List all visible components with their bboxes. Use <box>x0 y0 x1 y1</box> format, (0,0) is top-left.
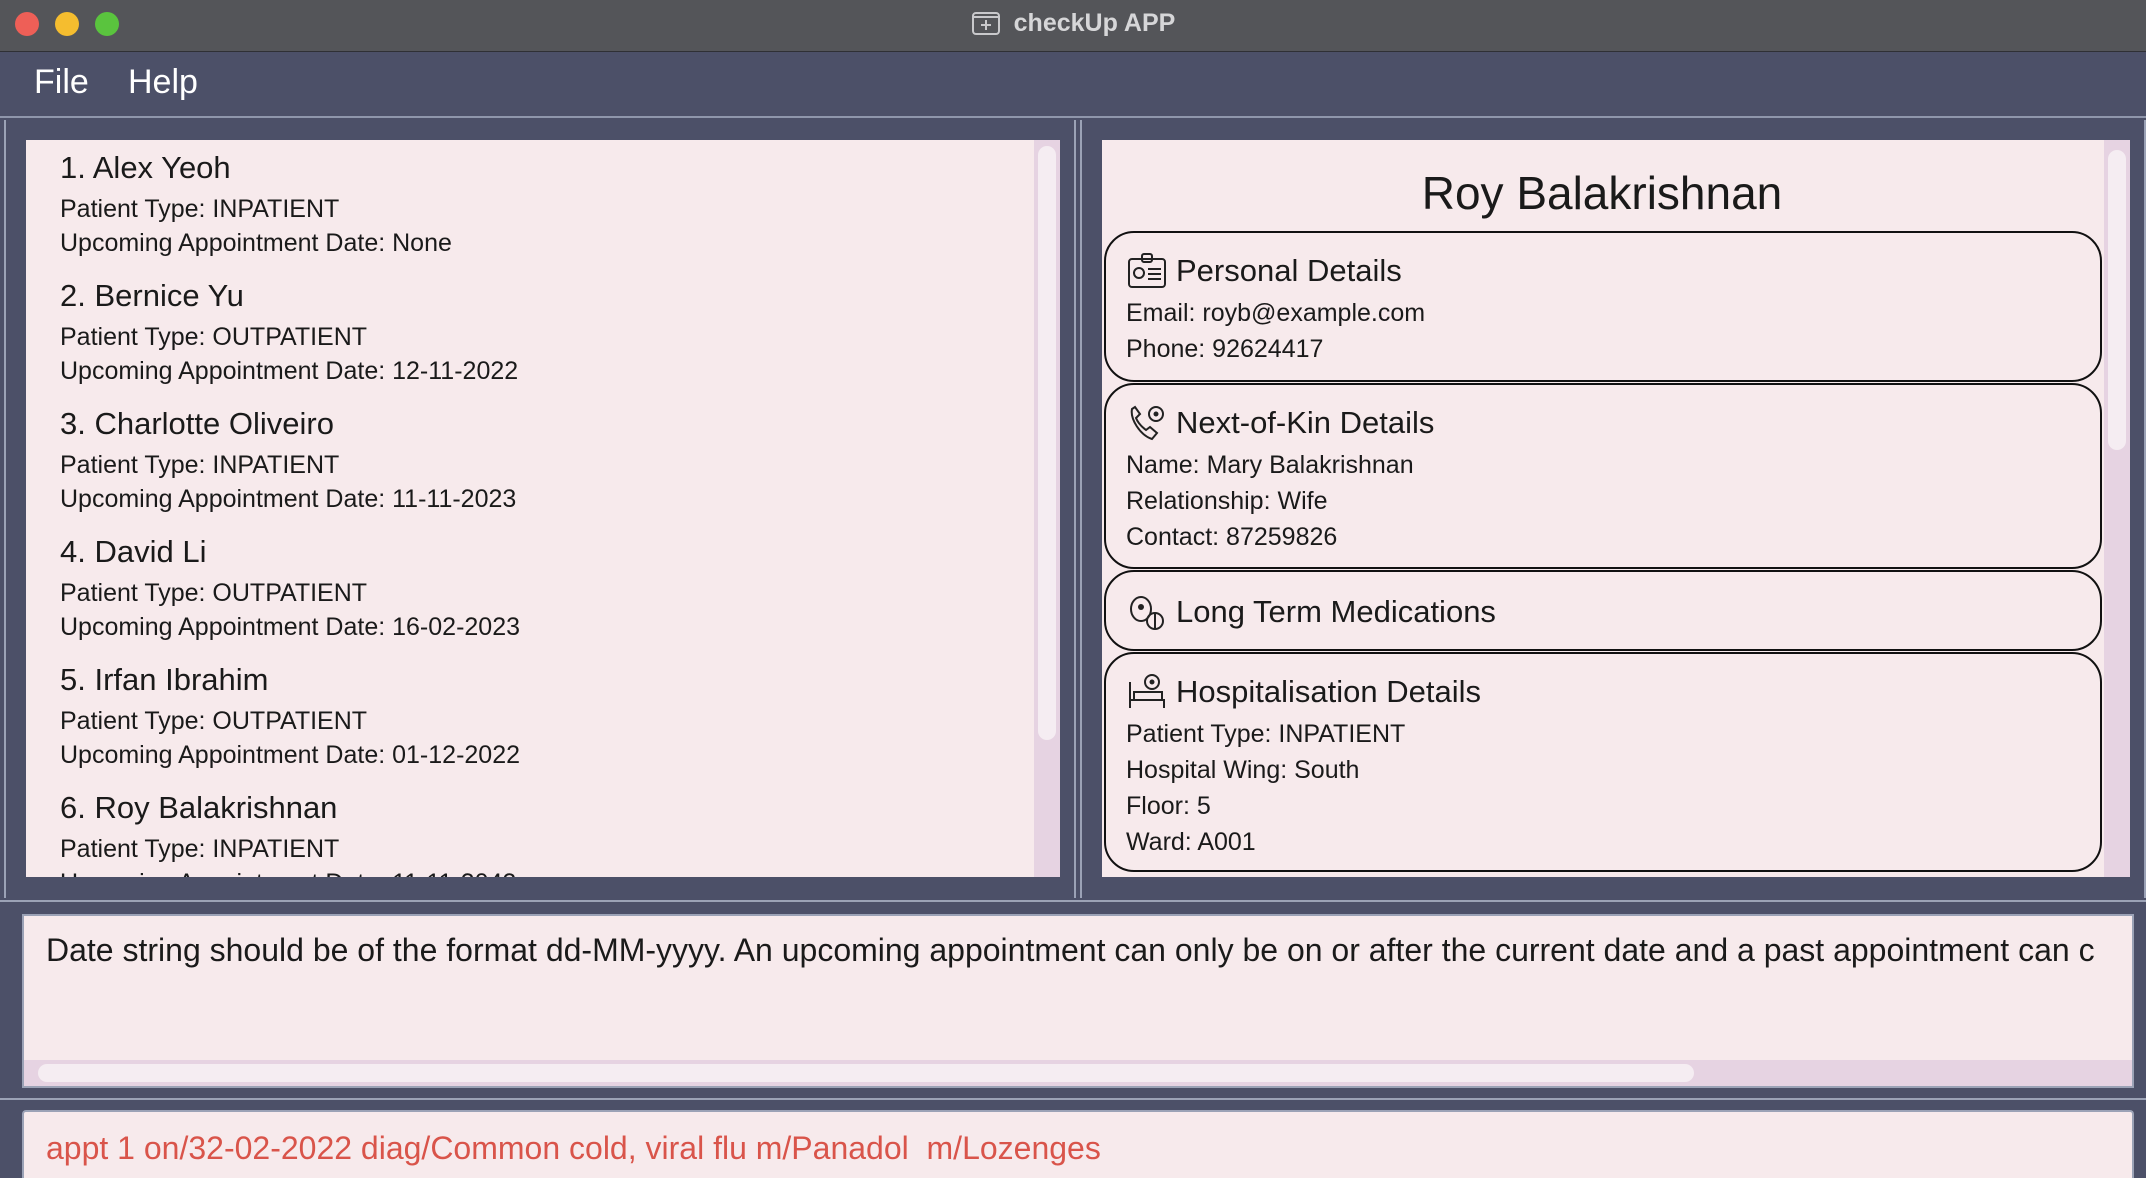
list-scrollbar-thumb[interactable] <box>1038 146 1056 740</box>
patient-list-pane: 1. Alex Yeoh Patient Type: INPATIENT Upc… <box>4 120 1076 898</box>
result-display[interactable]: Date string should be of the format dd-M… <box>22 914 2134 1088</box>
patient-detail-pane: Roy Balakrishnan Personal Details Email:… <box>1080 120 2146 898</box>
patient-name: 2. Bernice Yu <box>60 278 244 313</box>
kin-name: Name: Mary Balakrishnan <box>1126 451 1414 479</box>
patient-name: 4. David Li <box>60 534 207 569</box>
next-of-kin-section: Next-of-Kin Details Name: Mary Balakrish… <box>1104 383 2102 569</box>
command-input[interactable] <box>46 1130 2106 1167</box>
list-item[interactable]: 3. Charlotte Oliveiro Patient Type: INPA… <box>60 406 516 516</box>
list-item[interactable]: 2. Bernice Yu Patient Type: OUTPATIENT U… <box>60 278 518 388</box>
medications-heading: Long Term Medications <box>1176 594 1496 629</box>
hosp-wing: Hospital Wing: South <box>1126 756 1360 784</box>
long-term-medications-section[interactable]: Long Term Medications <box>1104 570 2102 651</box>
next-of-kin-heading-row: Next-of-Kin Details <box>1126 403 1434 443</box>
patient-type: Patient Type: INPATIENT <box>60 451 340 479</box>
patient-name: 5. Irfan Ibrahim <box>60 662 269 697</box>
list-item[interactable]: 5. Irfan Ibrahim Patient Type: OUTPATIEN… <box>60 662 520 772</box>
detail-scrollbar[interactable] <box>2104 140 2130 877</box>
id-card-icon <box>1128 253 1166 288</box>
list-item[interactable]: 6. Roy Balakrishnan Patient Type: INPATI… <box>60 790 516 877</box>
patient-type: Patient Type: INPATIENT <box>60 835 340 863</box>
hospitalisation-heading: Hospitalisation Details <box>1176 674 1481 709</box>
patient-detail-panel: Roy Balakrishnan Personal Details Email:… <box>1102 140 2130 877</box>
patient-appointment: Upcoming Appointment Date: 16-02-2023 <box>60 613 521 641</box>
personal-phone: Phone: 92624417 <box>1126 335 1324 363</box>
phone-contact-icon <box>1130 405 1164 441</box>
pills-icon <box>1130 596 1164 630</box>
detail-patient-name: Roy Balakrishnan <box>1421 167 1783 219</box>
patient-list[interactable]: 1. Alex Yeoh Patient Type: INPATIENT Upc… <box>26 140 1060 877</box>
menu-file[interactable]: File <box>34 63 89 102</box>
window-title: checkUp APP <box>1013 9 1176 37</box>
patient-type: Patient Type: OUTPATIENT <box>60 707 368 735</box>
kin-contact: Contact: 87259826 <box>1126 523 1338 551</box>
personal-details-heading: Personal Details <box>1176 253 1402 288</box>
detail-scrollbar-thumb[interactable] <box>2108 150 2126 450</box>
command-box <box>22 1110 2134 1178</box>
patient-appointment: Upcoming Appointment Date: 01-12-2022 <box>60 741 521 769</box>
patient-name: 1. Alex Yeoh <box>60 150 231 185</box>
hospitalisation-heading-row: Hospitalisation Details <box>1126 672 1481 712</box>
hosp-floor: Floor: 5 <box>1126 792 1211 820</box>
medications-heading-row: Long Term Medications <box>1126 592 1496 632</box>
menu-bar: File Help <box>0 53 2146 118</box>
title-bar: checkUp APP <box>0 0 2146 52</box>
personal-email: Email: royb@example.com <box>1126 299 1426 327</box>
patient-appointment: Upcoming Appointment Date: 12-11-2022 <box>60 357 519 385</box>
patient-type: Patient Type: INPATIENT <box>60 195 340 223</box>
list-item[interactable]: 1. Alex Yeoh Patient Type: INPATIENT Upc… <box>60 150 452 260</box>
menu-help[interactable]: Help <box>128 63 198 102</box>
result-horizontal-scrollbar[interactable] <box>24 1060 2132 1086</box>
patient-name: 6. Roy Balakrishnan <box>60 790 338 825</box>
list-item[interactable]: 4. David Li Patient Type: OUTPATIENT Upc… <box>60 534 520 644</box>
app-folder-icon <box>971 12 1000 35</box>
patient-appointment: Upcoming Appointment Date: 11-11-2042 <box>60 866 516 877</box>
hosp-patient-type: Patient Type: INPATIENT <box>1126 720 1406 748</box>
kin-relationship: Relationship: Wife <box>1126 487 1328 515</box>
command-box-pane <box>0 1100 2146 1178</box>
next-of-kin-heading: Next-of-Kin Details <box>1176 405 1435 440</box>
list-scrollbar[interactable] <box>1034 140 1060 877</box>
personal-details-heading-row: Personal Details <box>1126 251 1402 291</box>
personal-details-section: Personal Details Email: royb@example.com… <box>1104 231 2102 382</box>
result-scrollbar-thumb[interactable] <box>38 1064 1694 1082</box>
patient-type: Patient Type: OUTPATIENT <box>60 579 368 607</box>
patient-appointment: Upcoming Appointment Date: None <box>60 229 452 257</box>
hosp-ward: Ward: A001 <box>1126 828 1256 856</box>
result-message: Date string should be of the format dd-M… <box>46 932 2095 968</box>
result-display-pane: Date string should be of the format dd-M… <box>0 900 2146 1100</box>
patient-appointment: Upcoming Appointment Date: 11-11-2023 <box>60 485 517 513</box>
patient-name: 3. Charlotte Oliveiro <box>60 406 334 441</box>
hospital-bed-icon <box>1129 674 1165 708</box>
window-title-wrap: checkUp APP <box>0 8 2146 38</box>
patient-type: Patient Type: OUTPATIENT <box>60 323 368 351</box>
hospitalisation-details-section: Hospitalisation Details Patient Type: IN… <box>1104 652 2102 872</box>
